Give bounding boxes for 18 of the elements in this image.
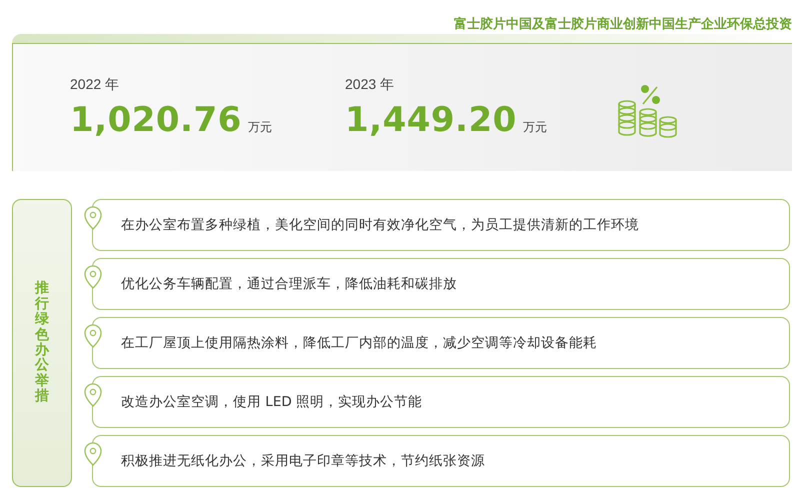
location-pin-icon xyxy=(84,442,102,468)
location-pin-icon xyxy=(84,324,102,350)
amount-value: 1,449.20 xyxy=(345,100,517,140)
unit-label: 万元 xyxy=(522,118,547,136)
category-label: 推行绿色办公举措 xyxy=(12,199,72,487)
year-label: 2022 年 xyxy=(70,76,120,94)
section-title: 富士胶片中国及富士胶片商业创新中国生产企业环保总投资 xyxy=(453,16,792,34)
measure-text: 在工厂屋顶上使用隔热涂料，降低工厂内部的温度，减少空调等冷却设备能耗 xyxy=(121,334,597,352)
measure-text: 改造办公室空调，使用 LED 照明，实现办公节能 xyxy=(121,393,422,411)
location-pin-icon xyxy=(84,265,102,291)
location-pin-icon xyxy=(84,383,102,409)
year-label: 2023 年 xyxy=(345,76,396,94)
measure-text: 积极推进无纸化办公，采用电子印章等技术，节约纸张资源 xyxy=(121,452,485,470)
amount-value: 1,020.76 xyxy=(70,100,242,140)
unit-label: 万元 xyxy=(248,118,272,136)
measure-text: 在办公室布置多种绿植，美化空间的同时有效净化空气，为员工提供清新的工作环境 xyxy=(121,216,639,234)
location-pin-icon xyxy=(84,206,102,232)
measure-text: 优化公务车辆配置，通过合理派车，降低油耗和碳排放 xyxy=(121,275,457,293)
